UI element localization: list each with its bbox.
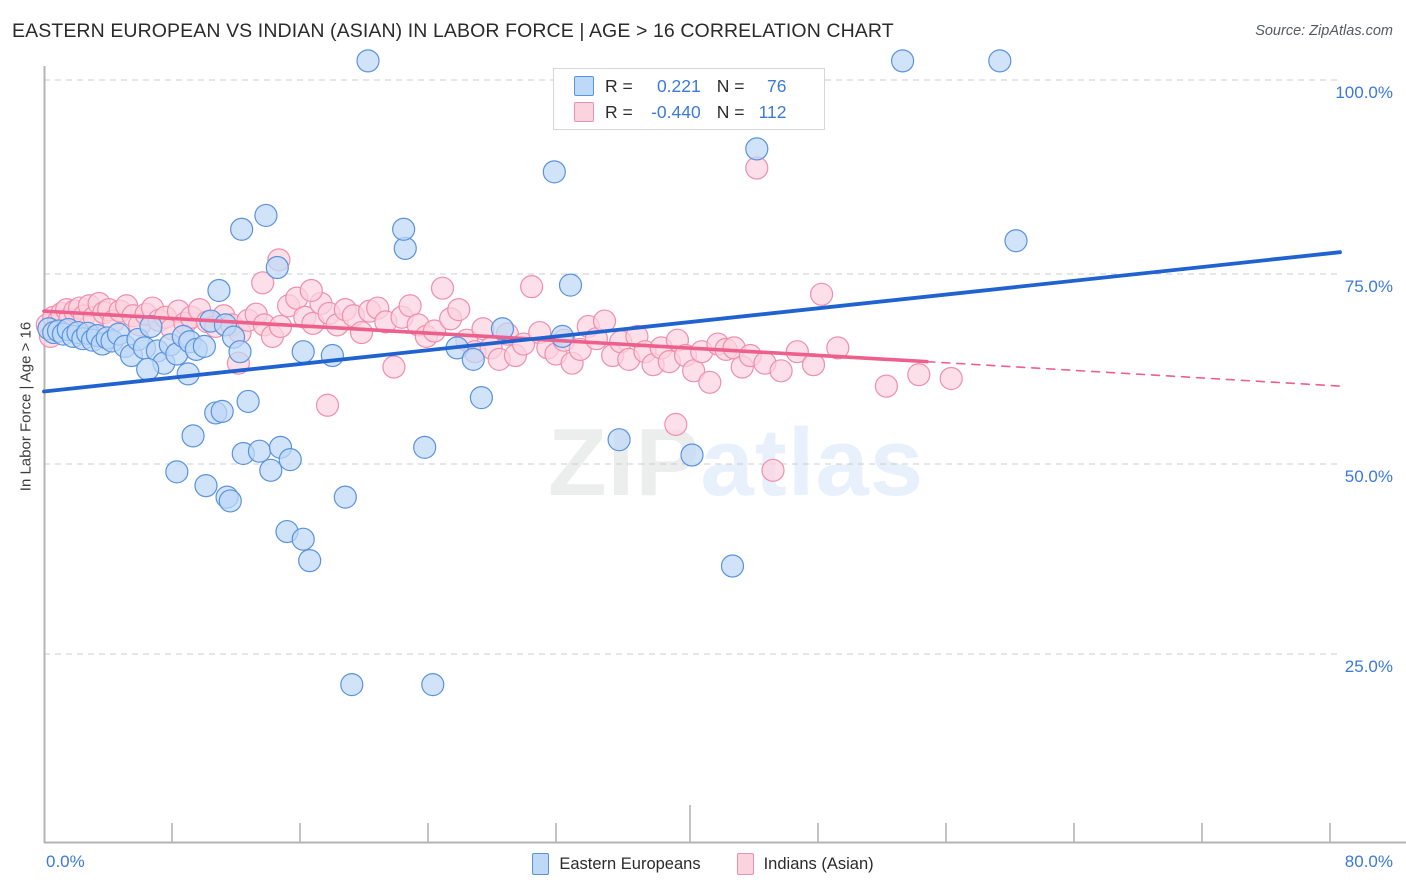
data-point [769, 359, 793, 383]
data-point [698, 370, 722, 394]
data-point [413, 435, 437, 459]
data-point [333, 485, 357, 509]
legend-swatch-pink [574, 102, 594, 122]
data-point [907, 363, 931, 387]
data-point [299, 278, 323, 303]
correlation-stats-legend: R = 0.221 N = 76 R = -0.440 N = 112 [553, 68, 825, 130]
data-point [218, 489, 242, 513]
data-point [558, 273, 583, 297]
data-point [542, 160, 566, 184]
data-point [340, 673, 364, 697]
data-point [680, 443, 704, 467]
y-tick-50: 50.0% [1344, 467, 1393, 486]
data-point [228, 340, 252, 364]
legend-row-indians: R = -0.440 N = 112 [574, 99, 786, 125]
data-point [720, 554, 745, 578]
trend-line-indians-extrapolated [926, 360, 1341, 387]
legend-r-value-pink: -0.440 [651, 101, 701, 122]
data-point [939, 366, 963, 391]
data-point [430, 276, 455, 300]
data-point [210, 399, 234, 423]
data-point [890, 49, 915, 73]
chart-page: EASTERN EUROPEAN VS INDIAN (ASIAN) IN LA… [0, 0, 1406, 892]
data-point [254, 203, 278, 228]
data-point [291, 527, 315, 551]
legend-label-eastern-europeans: Eastern Europeans [559, 854, 701, 873]
data-point [421, 673, 445, 697]
data-point [745, 137, 769, 161]
data-point [298, 549, 322, 573]
legend-swatch-eastern-europeans [532, 853, 550, 875]
data-point [278, 448, 302, 472]
y-tick-100: 100.0% [1335, 83, 1393, 102]
data-point [382, 355, 406, 379]
data-point [265, 255, 289, 280]
series-legend: Eastern Europeans Indians (Asian) [0, 853, 1406, 875]
legend-row-eastern-europeans: R = 0.221 N = 76 [574, 73, 786, 99]
data-point [230, 217, 254, 241]
data-points-eastern-europeans [37, 49, 1028, 697]
x-axis-ticks [171, 805, 1331, 843]
data-point [988, 49, 1012, 73]
data-point [181, 424, 205, 448]
legend-item-eastern-europeans[interactable]: Eastern Europeans [532, 853, 701, 875]
legend-n-label-blue: N = [716, 75, 745, 96]
data-point [607, 428, 631, 452]
data-point [247, 439, 272, 463]
data-point [761, 458, 785, 482]
data-point [1004, 229, 1028, 253]
data-point [236, 389, 260, 414]
legend-swatch-blue [574, 76, 594, 96]
data-point [291, 340, 315, 364]
legend-r-label-pink: R = [605, 101, 633, 122]
data-point [809, 282, 834, 306]
data-point [192, 334, 216, 358]
data-point [349, 320, 374, 345]
data-point [259, 458, 283, 482]
legend-r-label-blue: R = [605, 75, 633, 96]
legend-n-value-blue: 76 [767, 75, 787, 96]
data-point [520, 275, 544, 299]
legend-swatch-indians [736, 853, 754, 875]
data-point [461, 347, 485, 371]
legend-label-indians: Indians (Asian) [763, 854, 874, 873]
data-point [207, 278, 231, 303]
data-point [315, 393, 340, 417]
data-point [136, 357, 160, 381]
legend-n-label-pink: N = [716, 101, 745, 122]
data-point [194, 474, 218, 498]
legend-r-value-blue: 0.221 [656, 75, 701, 96]
data-point [469, 386, 493, 410]
data-point [874, 374, 899, 398]
data-point [165, 460, 189, 484]
data-point [447, 298, 471, 322]
legend-item-indians[interactable]: Indians (Asian) [736, 853, 874, 875]
scatter-plot-canvas [35, 49, 1406, 844]
legend-n-value-pink: 112 [758, 101, 787, 122]
data-point [664, 412, 688, 436]
data-point [356, 49, 380, 73]
y-tick-75: 75.0% [1344, 277, 1393, 296]
y-tick-25: 25.0% [1344, 657, 1393, 676]
data-point [392, 217, 416, 241]
